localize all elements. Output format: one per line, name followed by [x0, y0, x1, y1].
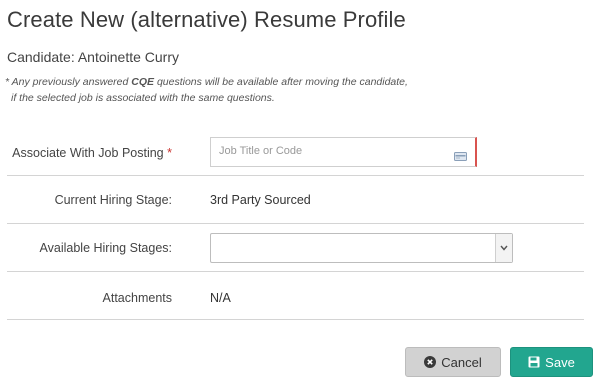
attachments-label: Attachments — [102, 291, 172, 305]
attachments-row: Attachments N/A — [7, 272, 584, 320]
cancel-button[interactable]: Cancel — [405, 347, 501, 377]
current-stage-label: Current Hiring Stage: — [54, 193, 172, 207]
cancel-label: Cancel — [441, 354, 482, 370]
card-icon — [454, 148, 467, 166]
job-posting-input[interactable]: Job Title or Code — [210, 137, 477, 167]
note-text-2: questions will be available after moving… — [154, 76, 408, 88]
available-stages-label: Available Hiring Stages: — [39, 241, 172, 255]
save-button[interactable]: Save — [510, 347, 593, 377]
available-stages-select[interactable] — [210, 233, 513, 263]
job-posting-label: Associate With Job Posting * — [12, 146, 172, 160]
job-posting-label-text: Associate With Job Posting — [12, 146, 164, 160]
note-cqe: CQE — [131, 76, 155, 88]
save-label: Save — [545, 354, 575, 370]
current-stage-value: 3rd Party Sourced — [210, 193, 311, 207]
job-posting-row: Associate With Job Posting * Job Title o… — [7, 127, 584, 176]
floppy-disk-icon — [528, 356, 540, 368]
cqe-note: * Any previously answered CQE questions … — [5, 74, 408, 106]
chevron-down-icon — [500, 245, 508, 251]
close-circle-icon — [424, 356, 437, 368]
dialog-title: Create New (alternative) Resume Profile — [7, 7, 406, 32]
required-asterisk: * — [167, 146, 172, 160]
attachments-value: N/A — [210, 291, 231, 305]
note-line-2: if the selected job is associated with t… — [11, 92, 275, 104]
current-stage-row: Current Hiring Stage: 3rd Party Sourced — [7, 176, 584, 224]
select-caret[interactable] — [495, 234, 512, 262]
available-stages-row: Available Hiring Stages: — [7, 224, 584, 272]
note-text: * Any previously answered — [5, 76, 132, 88]
candidate-name: Candidate: Antoinette Curry — [7, 49, 179, 65]
job-posting-placeholder: Job Title or Code — [219, 145, 303, 157]
